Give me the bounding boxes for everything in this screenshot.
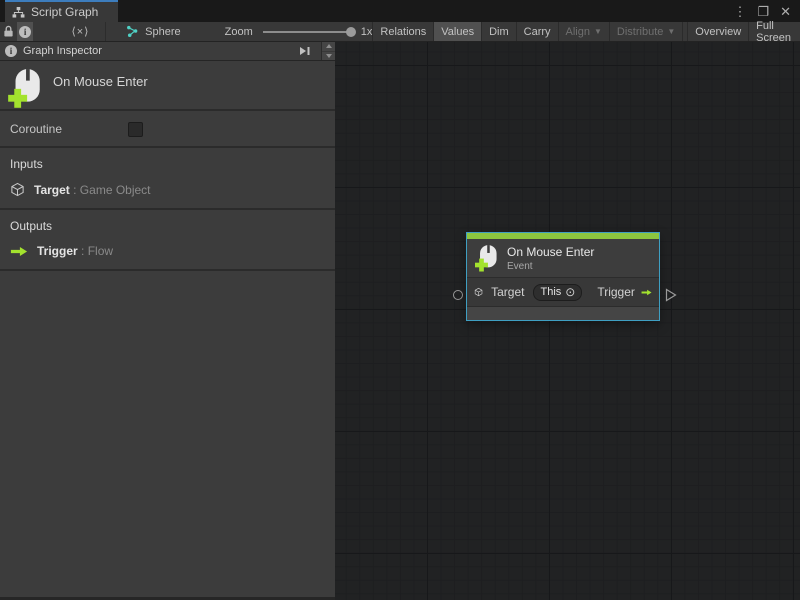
zoom-value: 1x [361, 26, 373, 38]
script-graph-asset-icon [126, 25, 139, 38]
kebab-menu-icon[interactable]: ⋮ [733, 5, 746, 18]
toolbar-right-group: Relations Values Dim Carry Align ▼ Distr… [372, 22, 800, 41]
info-icon [19, 26, 31, 38]
panel-scroll-spinner [321, 42, 335, 60]
chevron-down-icon: ▼ [667, 27, 675, 36]
triangle-up-icon [326, 44, 332, 48]
node-output-label: Trigger [597, 285, 635, 299]
outputs-heading: Outputs [10, 219, 325, 233]
inputs-heading: Inputs [10, 157, 325, 171]
tab-bar: Script Graph ⋮ ❐ ✕ [0, 0, 800, 22]
coroutine-checkbox[interactable] [128, 122, 143, 137]
code-view-button[interactable]: ⟨×⟩ [55, 22, 105, 41]
lock-button[interactable] [0, 22, 17, 41]
fullscreen-button[interactable]: Full Screen [748, 22, 800, 41]
node-input-port[interactable] [453, 290, 463, 300]
relations-button[interactable]: Relations [372, 22, 433, 41]
inputs-section: Inputs Target : Game Object [0, 148, 335, 210]
zoom-label: Zoom [225, 26, 253, 38]
lock-icon [3, 25, 14, 38]
graph-toolbar: ⟨×⟩ Sphere Zoom 1x Relations Values Dim … [0, 22, 800, 42]
graph-owner-label: Sphere [145, 26, 180, 38]
align-label: Align [566, 26, 590, 38]
zoom-slider[interactable] [263, 31, 351, 33]
triangle-down-icon [326, 54, 332, 58]
align-dropdown[interactable]: Align ▼ [558, 22, 609, 41]
object-picker-icon[interactable]: ⊙ [565, 286, 575, 298]
coroutine-row: Coroutine [0, 111, 335, 148]
node-footer [467, 307, 659, 320]
node-subtitle: Event [507, 261, 594, 272]
scroll-up-button[interactable] [322, 42, 335, 51]
outputs-section: Outputs Trigger : Flow [0, 210, 335, 271]
toolbar-separator [105, 22, 106, 41]
dim-button[interactable]: Dim [481, 22, 516, 41]
close-icon[interactable]: ✕ [780, 5, 791, 18]
on-mouse-enter-node[interactable]: On Mouse Enter Event Target This ⊙ Trigg… [466, 232, 660, 321]
node-header[interactable]: On Mouse Enter Event [467, 239, 659, 278]
input-port-type: : Game Object [73, 183, 150, 197]
values-button[interactable]: Values [433, 22, 481, 41]
info-icon [5, 45, 17, 57]
graph-inspector-header: Graph Inspector [0, 42, 335, 61]
unit-title: On Mouse Enter [53, 74, 148, 89]
maximize-icon[interactable]: ❐ [757, 5, 769, 18]
node-input-label: Target [491, 285, 524, 299]
dock-panel-button[interactable] [295, 42, 315, 60]
graph-canvas[interactable]: On Mouse Enter Event Target This ⊙ Trigg… [335, 42, 800, 600]
output-port-row: Trigger : Flow [10, 244, 325, 258]
target-value-label: This [540, 286, 561, 298]
graph-hierarchy-icon [12, 7, 25, 18]
carry-button[interactable]: Carry [516, 22, 558, 41]
inspector-toggle-button[interactable] [17, 22, 34, 41]
input-port-row: Target : Game Object [10, 182, 325, 197]
chevron-down-icon: ▼ [594, 27, 602, 36]
tab-label: Script Graph [31, 5, 98, 19]
target-value-button[interactable]: This ⊙ [533, 284, 582, 301]
node-output-port[interactable] [665, 288, 677, 302]
coroutine-label: Coroutine [10, 122, 62, 136]
graph-owner-reference[interactable]: Sphere [126, 22, 180, 41]
on-mouse-enter-icon [8, 68, 42, 108]
on-mouse-enter-icon [475, 244, 498, 272]
dock-icon [299, 46, 311, 56]
distribute-dropdown[interactable]: Distribute ▼ [609, 22, 682, 41]
output-port-type: : Flow [81, 244, 113, 258]
distribute-label: Distribute [617, 26, 663, 38]
game-object-cube-icon [10, 182, 25, 197]
output-port-name: Trigger [37, 244, 78, 258]
unit-header-section: On Mouse Enter [0, 61, 335, 111]
overview-button[interactable]: Overview [687, 22, 748, 41]
graph-inspector-panel: Graph Inspector On Mouse Enter Coroutine [0, 42, 335, 600]
node-title: On Mouse Enter [507, 245, 594, 259]
flow-arrow-icon [641, 287, 652, 298]
game-object-cube-icon [474, 285, 483, 299]
scroll-down-button[interactable] [322, 51, 335, 61]
flow-arrow-icon [10, 246, 28, 257]
node-port-row: Target This ⊙ Trigger [467, 278, 659, 307]
zoom-slider-knob[interactable] [346, 27, 356, 37]
tab-script-graph[interactable]: Script Graph [5, 0, 118, 22]
node-title-block: On Mouse Enter Event [507, 245, 594, 272]
zoom-control: Zoom 1x [225, 22, 373, 41]
input-port-name: Target [34, 183, 70, 197]
graph-inspector-title: Graph Inspector [23, 45, 102, 57]
